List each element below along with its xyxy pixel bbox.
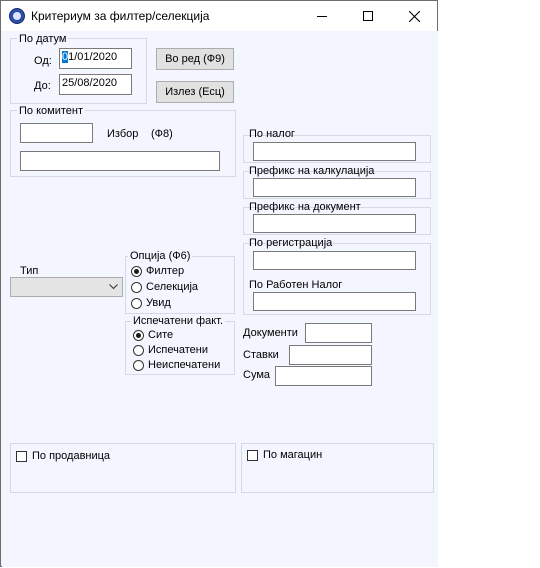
window-title: Критериум за филтер/селекција (31, 9, 210, 23)
by-store-checkbox[interactable]: По продавница (16, 450, 110, 462)
radio-view-dot (131, 297, 142, 309)
chevron-down-icon (109, 284, 118, 290)
items-label: Ставки (243, 349, 279, 361)
client-choose-key: (Ф8) (151, 128, 173, 140)
date-group: По датум Од: 01/01/2020 До: 25/08/2020 (10, 33, 147, 104)
option-group-label: Опција (Ф6) (128, 250, 193, 262)
po-raboten-nalog-input[interactable] (253, 292, 416, 311)
client-group-label: По комитент (17, 105, 85, 117)
po-nalog-label: По налог (249, 128, 295, 140)
po-registracija-label: По регистрација (249, 237, 333, 249)
sum-label: Сума (243, 369, 271, 381)
minimize-icon (317, 15, 327, 17)
title-bar: Критериум за филтер/селекција (1, 1, 437, 31)
radio-printed[interactable]: Испечатени (133, 344, 208, 356)
radio-selection-dot (131, 281, 142, 293)
by-store-box (16, 450, 27, 462)
date-from-label: Од: (34, 55, 52, 67)
radio-filter[interactable]: Филтер (131, 265, 184, 277)
ok-button[interactable]: Во ред (Ф9) (156, 48, 234, 70)
radio-all-dot (133, 329, 144, 341)
date-to-label: До: (34, 80, 51, 92)
prefix-doc-input[interactable] (253, 214, 416, 233)
exit-button[interactable]: Излез (Есц) (156, 81, 234, 103)
radio-not-printed-dot (133, 359, 144, 371)
radio-view[interactable]: Увид (131, 297, 171, 309)
documents-input[interactable] (305, 323, 372, 343)
date-group-label: По датум (17, 33, 69, 45)
radio-filter-dot (131, 265, 142, 277)
prefix-calc-label: Префикс на калкулација (249, 165, 375, 177)
items-input[interactable] (289, 345, 372, 365)
maximize-button[interactable] (345, 1, 391, 31)
maximize-icon (363, 11, 373, 21)
printed-group-label: Испечатени факт. (131, 315, 226, 327)
by-warehouse-box (247, 449, 258, 461)
radio-not-printed[interactable]: Неиспечатени (133, 359, 220, 371)
sum-input[interactable] (275, 366, 372, 386)
radio-all[interactable]: Сите (133, 329, 173, 341)
close-button[interactable] (391, 1, 437, 31)
type-combo[interactable] (10, 277, 123, 297)
po-registracija-input[interactable] (253, 251, 416, 270)
dialog-client-area: По датум Од: 01/01/2020 До: 25/08/2020 В… (2, 31, 438, 567)
po-raboten-nalog-label: По Работен Налог (249, 279, 343, 291)
date-from-input[interactable]: 01/01/2020 (59, 48, 132, 69)
store-group: По продавница (10, 443, 236, 493)
type-label: Тип (20, 265, 39, 277)
prefix-doc-label: Префикс на документ (249, 201, 361, 213)
radio-selection[interactable]: Селекција (131, 281, 198, 293)
app-icon (9, 8, 25, 24)
po-nalog-input[interactable] (253, 142, 416, 161)
radio-printed-dot (133, 344, 144, 356)
minimize-button[interactable] (299, 1, 345, 31)
client-choose-label[interactable]: Избор (107, 128, 138, 140)
date-to-input[interactable]: 25/08/2020 (59, 74, 132, 95)
option-group: Опција (Ф6) Филтер Селекција Увид (125, 250, 235, 314)
warehouse-group: По магацин (241, 443, 434, 493)
client-code-input[interactable] (20, 123, 93, 143)
documents-label: Документи (243, 327, 298, 339)
filter-dialog-window: Критериум за филтер/селекција По датум О… (0, 0, 438, 567)
close-icon (408, 10, 420, 22)
client-name-input[interactable] (20, 151, 220, 171)
printed-group: Испечатени факт. Сите Испечатени Неиспеч… (125, 315, 235, 375)
by-warehouse-checkbox[interactable]: По магацин (247, 449, 322, 461)
client-group: По комитент Избор (Ф8) (10, 105, 236, 177)
prefix-calc-input[interactable] (253, 178, 416, 197)
